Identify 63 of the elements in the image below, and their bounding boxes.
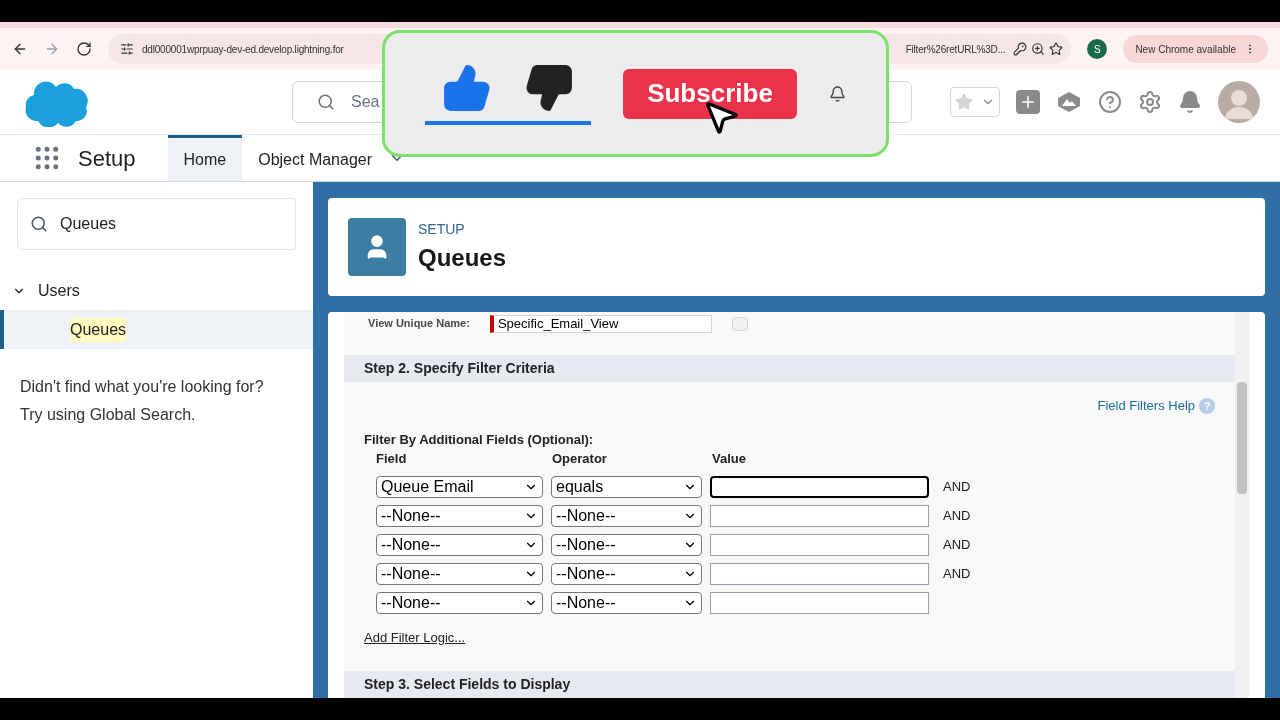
notifications-icon[interactable]: [1178, 90, 1202, 114]
help-icon[interactable]: [1098, 90, 1122, 114]
user-avatar[interactable]: [1218, 81, 1260, 123]
value-input[interactable]: [710, 562, 929, 585]
url-text: ddl000001wprpuay-dev-ed.develop.lightning.for: [142, 42, 344, 57]
dropdown[interactable]: --None--: [551, 562, 702, 585]
bookmark-star-icon[interactable]: [1049, 42, 1064, 56]
dropdown[interactable]: Queue Email: [376, 475, 543, 498]
dropdown[interactable]: --None--: [376, 533, 543, 556]
profile-avatar[interactable]: S: [1087, 39, 1108, 59]
trailhead-icon[interactable]: [1056, 90, 1082, 114]
tree-item[interactable]: Users: [0, 272, 313, 310]
dropdown[interactable]: --None--: [376, 504, 543, 527]
queue-icon: [348, 218, 406, 276]
search-icon: [30, 215, 48, 233]
dropdown[interactable]: --None--: [376, 591, 543, 614]
dropdown[interactable]: --None--: [551, 591, 702, 614]
section-header: Step 2. Specify Filter Criteria: [344, 355, 1235, 383]
app-name: Setup: [78, 144, 136, 173]
page-title: Queues: [418, 242, 507, 273]
forward-icon[interactable]: [44, 41, 60, 57]
dropdown[interactable]: --None--: [551, 533, 702, 556]
value-input[interactable]: [710, 533, 929, 556]
nav-tab[interactable]: Home: [167, 135, 243, 181]
value-input[interactable]: [710, 591, 929, 614]
add-icon[interactable]: [1016, 90, 1040, 114]
text-input[interactable]: Specific_Email_View: [489, 314, 712, 333]
filter-heading: Filter By Additional Fields (Optional):: [363, 430, 595, 449]
column-heading: Operator: [552, 450, 608, 469]
section-header: Step 3. Select Fields to Display: [344, 671, 1235, 698]
star-icon: [955, 93, 973, 111]
dropdown[interactable]: equals: [551, 475, 702, 498]
help-link[interactable]: Field Filters Help: [1097, 396, 1195, 416]
value-input[interactable]: [710, 475, 929, 498]
thumbs-down-icon[interactable]: [524, 62, 574, 113]
hint-text: Try using Global Search.: [20, 405, 197, 425]
settings-icon[interactable]: [1138, 90, 1162, 114]
quick-find-field[interactable]: Queues: [17, 198, 296, 250]
tree-item[interactable]: Queues: [0, 310, 313, 349]
dropdown[interactable]: --None--: [376, 562, 543, 585]
reload-icon[interactable]: [76, 41, 92, 57]
value-input[interactable]: [710, 504, 929, 527]
column-heading: Value: [712, 450, 747, 469]
zoom-icon[interactable]: [1031, 42, 1046, 56]
site-settings-icon[interactable]: [120, 42, 134, 56]
field-label: View Unique Name:: [368, 316, 470, 332]
eyebrow-text: SETUP: [418, 219, 466, 239]
thumbs-up-icon[interactable]: [442, 62, 492, 113]
connector-text: AND: [943, 477, 971, 496]
subscribe-button[interactable]: Subscribe: [623, 68, 797, 119]
hint-text: Didn't find what you're looking for?: [20, 377, 265, 397]
key-icon[interactable]: [1013, 42, 1028, 56]
connector-text: AND: [943, 535, 971, 554]
search-icon: [317, 93, 335, 111]
back-icon[interactable]: [12, 41, 28, 57]
dropdown[interactable]: --None--: [551, 504, 702, 527]
connector-text: AND: [943, 564, 971, 583]
url-text: Filter%26retURL%3D...: [905, 42, 1006, 57]
connector-text: AND: [943, 506, 971, 525]
column-heading: Field: [376, 450, 408, 469]
add-filter-logic-link[interactable]: Add Filter Logic...: [344, 627, 1235, 648]
update-button[interactable]: New Chrome available: [1123, 35, 1268, 63]
scrollbar[interactable]: [1235, 312, 1249, 698]
